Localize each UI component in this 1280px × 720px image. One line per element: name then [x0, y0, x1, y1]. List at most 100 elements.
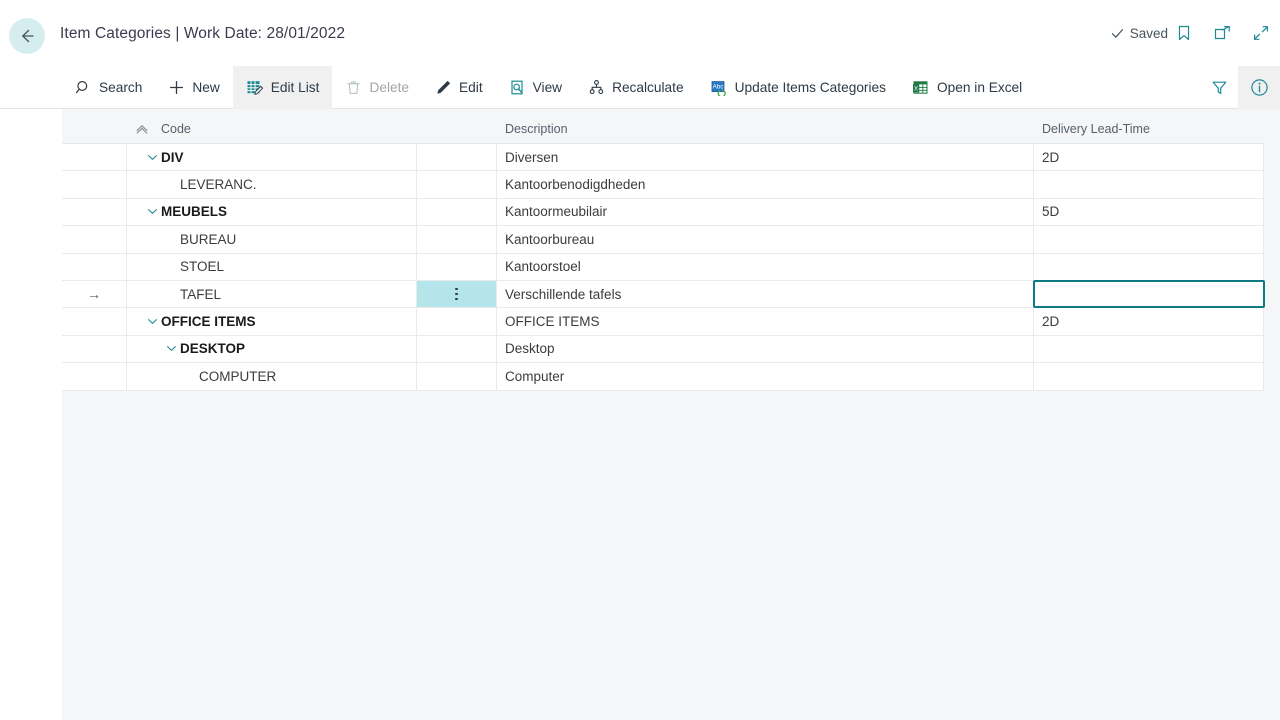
toolbar-item-view[interactable]: View [496, 66, 575, 109]
selected-cell-editor[interactable] [1033, 279, 1265, 309]
cell-code-text: LEVERANC. [180, 177, 257, 193]
row-menu-cell[interactable] [417, 144, 497, 171]
item-categories-grid: Code Description Delivery Lead-Time DIV D… [62, 109, 1265, 391]
toolbar-label: Recalculate [612, 80, 684, 95]
excel-icon: X [913, 81, 928, 94]
item-categories-page: Item Categories | Work Date: 28/01/2022 … [0, 0, 1280, 720]
cell-lead-time[interactable] [1034, 226, 1264, 253]
row-indicator-cell [62, 363, 127, 390]
cell-code-text: OFFICE ITEMS [161, 314, 256, 330]
row-menu-cell[interactable] [417, 308, 497, 335]
column-header-code[interactable]: Code [127, 122, 417, 136]
row-menu-cell[interactable] [417, 253, 497, 280]
cell-lead-time[interactable] [1034, 335, 1264, 363]
update-abc-icon: Abc [711, 81, 726, 96]
table-row[interactable]: BUREAU Kantoorbureau [62, 226, 1264, 254]
cell-code-text: MEUBELS [161, 204, 228, 220]
bookmark-icon[interactable] [1175, 24, 1193, 42]
table-row[interactable]: MEUBELS Kantoormeubilair 5D [62, 198, 1264, 227]
cell-code[interactable]: OFFICE ITEMS [127, 308, 417, 335]
check-icon [1111, 29, 1123, 38]
toolbar-item-edit-list[interactable]: Edit List [232, 66, 333, 109]
chevron-down-icon [147, 319, 157, 324]
toolbar-label: New [192, 80, 220, 95]
cell-code[interactable]: LEVERANC. [127, 171, 417, 198]
grid-body: DIV Diversen 2D LEVERANC. Kantoorbenodigdhed… [62, 143, 1264, 391]
toolbar-item-open-in-excel[interactable]: X Open in Excel [899, 66, 1035, 109]
toolbar-item-edit[interactable]: Edit [422, 66, 496, 109]
table-row[interactable]: DIV Diversen 2D [62, 144, 1264, 172]
cell-lead-time[interactable] [1034, 253, 1264, 280]
back-button[interactable] [9, 18, 45, 54]
table-row[interactable]: LEVERANC. Kantoorbenodigdheden [62, 171, 1264, 199]
row-indicator-cell [62, 198, 127, 226]
cell-lead-time[interactable]: 2D [1034, 144, 1264, 171]
row-menu-cell[interactable] [417, 280, 497, 308]
cell-description[interactable]: Kantoorstoel [497, 253, 1034, 280]
open-in-new-window-icon[interactable] [1213, 24, 1232, 42]
toolbar-item-recalculate[interactable]: Recalculate [575, 66, 697, 109]
row-menu-cell[interactable] [417, 363, 497, 390]
cell-description[interactable]: OFFICE ITEMS [497, 308, 1034, 335]
toolbar-label: View [532, 80, 563, 95]
info-icon [1250, 79, 1268, 96]
cell-description[interactable]: Kantoorbenodigdheden [497, 171, 1034, 198]
filter-icon [1212, 81, 1227, 94]
expand-toggle[interactable] [162, 342, 180, 355]
cell-code-text: DIV [161, 149, 184, 165]
row-indicator-cell [62, 226, 127, 253]
page-header: Item Categories | Work Date: 28/01/2022 … [0, 0, 1280, 66]
expand-toggle[interactable] [143, 151, 161, 164]
cell-code[interactable]: BUREAU [127, 226, 417, 253]
cell-code[interactable]: STOEL [127, 253, 417, 280]
row-menu-cell[interactable] [417, 198, 497, 226]
row-menu-cell[interactable] [417, 335, 497, 363]
cell-code[interactable]: MEUBELS [127, 198, 417, 226]
toolbar-label: Edit List [270, 80, 320, 95]
cell-description[interactable]: Verschillende tafels [497, 280, 1034, 308]
cell-lead-time[interactable]: 5D [1034, 198, 1264, 226]
chevron-up-sort-icon [136, 125, 148, 134]
more-options-icon[interactable] [455, 287, 458, 301]
row-indicator-cell [62, 308, 127, 335]
row-menu-cell[interactable] [417, 226, 497, 253]
cell-code-text: DESKTOP [180, 341, 246, 357]
column-header-description[interactable]: Description [497, 122, 1034, 136]
cell-code[interactable]: COMPUTER [127, 363, 417, 390]
expand-toggle[interactable] [143, 315, 161, 328]
column-header-lead-time[interactable]: Delivery Lead-Time [1034, 122, 1264, 136]
row-menu-cell[interactable] [417, 171, 497, 198]
cell-description[interactable]: Kantoorbureau [497, 226, 1034, 253]
info-button[interactable] [1238, 66, 1280, 109]
table-row[interactable]: OFFICE ITEMS OFFICE ITEMS 2D [62, 308, 1264, 336]
table-row[interactable]: COMPUTER Computer [62, 363, 1264, 391]
filter-button[interactable] [1201, 66, 1238, 109]
toolbar-item-new[interactable]: New [155, 66, 232, 109]
table-row[interactable]: DESKTOP Desktop [62, 335, 1264, 364]
cell-lead-time[interactable] [1034, 171, 1264, 198]
toolbar-item-update-items-categories[interactable]: Abc Update Items Categories [697, 66, 899, 109]
table-row[interactable]: STOEL Kantoorstoel [62, 253, 1264, 281]
cell-description[interactable]: Diversen [497, 144, 1034, 171]
svg-text:X: X [914, 85, 918, 92]
cell-code[interactable]: TAFEL [127, 280, 417, 308]
toolbar-label: Update Items Categories [734, 80, 886, 95]
cell-code[interactable]: DESKTOP [127, 335, 417, 363]
collapse-icon[interactable] [1252, 24, 1270, 42]
cell-description[interactable]: Computer [497, 363, 1034, 390]
toolbar-label: Edit [459, 80, 483, 95]
grid-header-row: Code Description Delivery Lead-Time [62, 109, 1264, 143]
row-indicator-cell [62, 144, 127, 171]
cell-description[interactable]: Kantoormeubilair [497, 198, 1034, 226]
cell-description[interactable]: Desktop [497, 335, 1034, 363]
toolbar-item-delete[interactable]: Delete [332, 66, 422, 109]
cell-code[interactable]: DIV [127, 144, 417, 171]
expand-toggle[interactable] [143, 205, 161, 218]
cell-code-text: TAFEL [180, 286, 222, 302]
saved-status: Saved [1110, 26, 1168, 41]
column-header-code-label: Code [161, 122, 191, 136]
hierarchy-icon [589, 80, 604, 95]
cell-lead-time[interactable] [1034, 363, 1264, 390]
toolbar-item-search[interactable]: Search [62, 66, 155, 109]
cell-lead-time[interactable]: 2D [1034, 308, 1264, 335]
